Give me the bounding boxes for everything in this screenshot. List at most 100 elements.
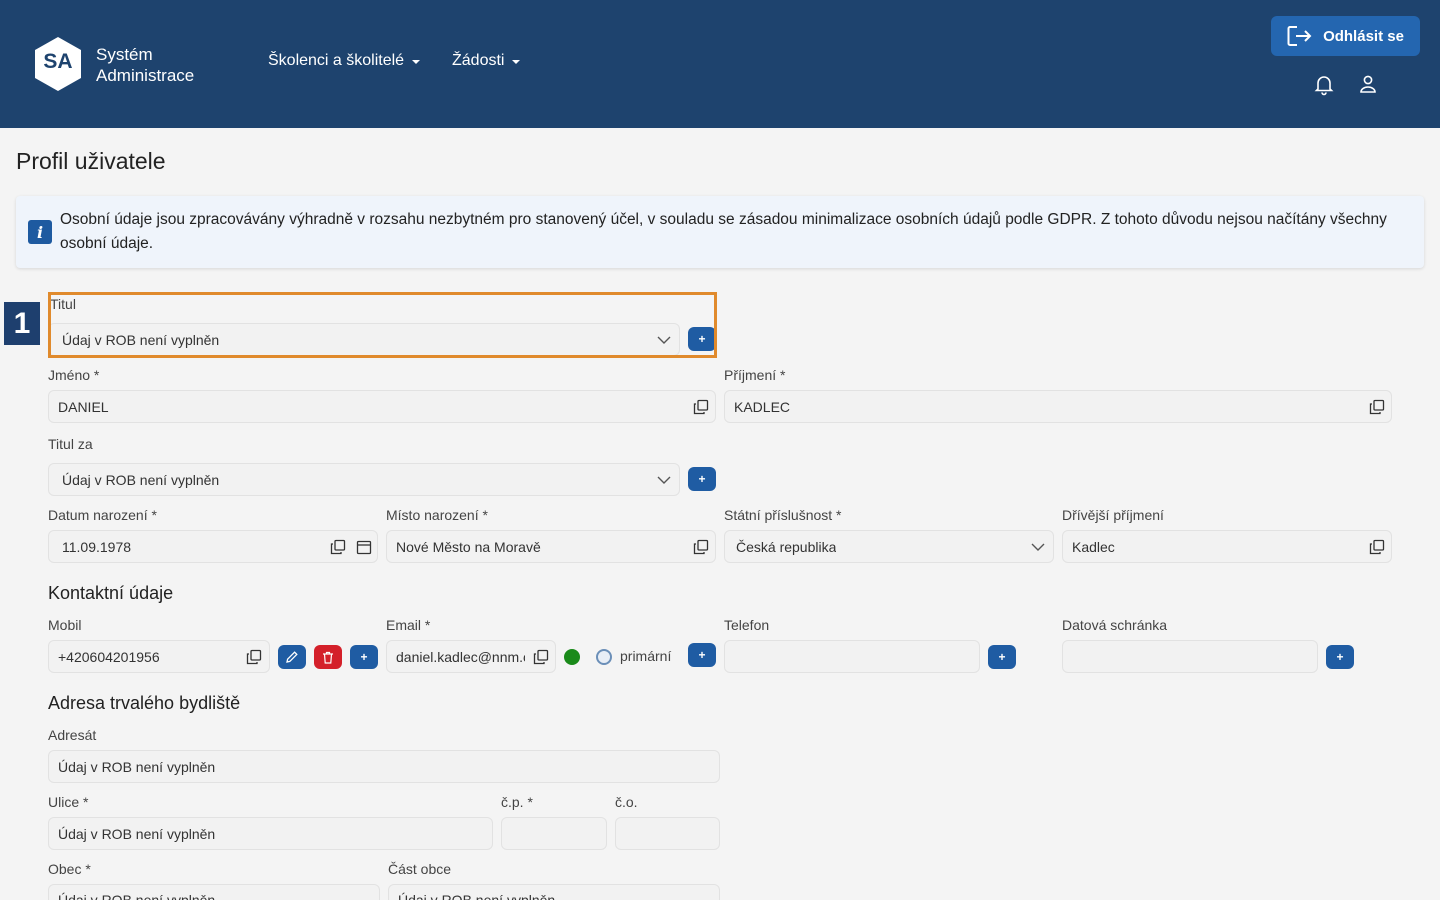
gdpr-info-box: i Osobní údaje jsou zpracovávány výhradn… [16,196,1424,268]
ulice-value: Údaj v ROB není vyplněn [58,825,216,842]
titul-za-label: Titul za [48,436,93,452]
plus-icon: + [698,332,706,346]
adresat-value: Údaj v ROB není vyplněn [58,758,216,775]
co-label: č.o. [615,794,638,810]
copy-icon[interactable] [1369,539,1385,555]
cast-obce-value: Údaj v ROB není vyplněn [398,892,556,900]
titul-za-select[interactable]: Údaj v ROB není vyplněn [48,463,680,496]
titul-value: Údaj v ROB není vyplněn [62,331,220,348]
logo-text[interactable]: Systém Administrace [96,44,194,86]
drivejsi-value: Kadlec [1072,538,1115,555]
nav-zadosti-label: Žádosti [452,52,505,69]
statni-select[interactable]: Česká republika [724,530,1054,563]
info-icon: i [28,220,52,244]
address-section-title: Adresa trvalého bydliště [48,693,241,713]
nav-zadosti-dropdown[interactable]: Žádosti [452,52,521,70]
gdpr-info-text: Osobní údaje jsou zpracovávány výhradně … [60,211,1387,252]
add-datova-button[interactable]: + [1326,645,1354,669]
calendar-icon[interactable] [356,539,372,555]
caret-down-icon [412,60,421,64]
user-icon[interactable] [1356,72,1380,96]
copy-icon[interactable] [693,539,709,555]
nav-skolenci-dropdown[interactable]: Školenci a školitelé [268,52,421,70]
plus-icon: + [998,650,1006,664]
copy-icon[interactable] [693,399,709,415]
plus-icon: + [698,472,706,486]
copy-icon[interactable] [246,649,262,665]
mobil-field[interactable]: +420604201956 [48,640,270,673]
statni-label: Státní příslušnost * [724,507,842,523]
jmeno-field[interactable]: DANIEL [48,390,716,423]
email-value: daniel.kadlec@nnm.cz [396,648,525,665]
copy-icon[interactable] [533,649,549,665]
logo-line-2: Administrace [96,66,195,85]
logout-button[interactable]: Odhlásit se [1271,16,1420,56]
top-header: SA Systém Administrace Školenci a školit… [0,0,1440,128]
telefon-label: Telefon [724,617,770,633]
cp-label: č.p. * [501,794,533,810]
page-title: Profil uživatele [16,148,166,174]
step-badge: 1 [4,302,40,345]
datum-field[interactable]: 11.09.1978 [48,530,378,563]
add-titul-za-button[interactable]: + [688,467,716,491]
datova-label: Datová schránka [1062,617,1168,633]
ulice-field[interactable]: Údaj v ROB není vyplněn [48,817,493,850]
misto-field[interactable]: Nové Město na Moravě [386,530,716,563]
trash-icon [323,651,333,664]
plus-icon: + [698,648,706,662]
bell-icon[interactable] [1312,72,1336,96]
titul-za-value: Údaj v ROB není vyplněn [62,471,220,488]
co-field[interactable] [615,817,720,850]
prijmeni-field[interactable]: KADLEC [724,390,1392,423]
add-telefon-button[interactable]: + [988,645,1016,669]
verified-status-dot [564,649,580,665]
plus-icon: + [1336,650,1344,664]
titul-label: Titul [50,296,76,312]
drivejsi-field[interactable]: Kadlec [1062,530,1392,563]
copy-icon[interactable] [330,539,346,555]
telefon-field[interactable] [724,640,980,673]
statni-value: Česká republika [736,538,837,555]
chevron-down-icon [657,476,671,484]
titul-select[interactable]: Údaj v ROB není vyplněn [48,323,680,356]
primary-radio-label: primární [620,648,672,664]
delete-mobil-button[interactable] [314,645,342,669]
add-titul-button[interactable]: + [688,327,716,351]
caret-down-icon [512,60,521,64]
prijmeni-value: KADLEC [734,398,791,415]
mobil-value: +420604201956 [58,648,160,665]
logout-label: Odhlásit se [1323,27,1404,45]
prijmeni-label: Příjmení * [724,367,786,383]
drivejsi-label: Dřívější příjmení [1062,507,1164,523]
adresat-field[interactable]: Údaj v ROB není vyplněn [48,750,720,783]
misto-value: Nové Město na Moravě [396,538,541,555]
misto-label: Místo narození * [386,507,488,523]
obec-label: Obec * [48,861,91,877]
datova-field[interactable] [1062,640,1318,673]
pencil-icon [286,651,298,663]
logo-line-1: Systém [96,45,153,64]
primary-radio[interactable] [596,649,612,665]
ulice-label: Ulice * [48,794,89,810]
cast-obce-field[interactable]: Údaj v ROB není vyplněn [388,884,720,900]
email-field[interactable]: daniel.kadlec@nnm.cz [386,640,556,673]
add-email-button[interactable]: + [688,643,716,667]
chevron-down-icon [1031,543,1045,551]
obec-value: Údaj v ROB není vyplněn [58,892,216,900]
jmeno-value: DANIEL [58,398,109,415]
datum-value: 11.09.1978 [62,538,132,555]
chevron-down-icon [657,336,671,344]
contact-section-title: Kontaktní údaje [48,583,174,603]
add-mobil-button[interactable]: + [350,645,378,669]
nav-skolenci-label: Školenci a školitelé [268,52,405,69]
datum-label: Datum narození * [48,507,157,523]
logout-icon [1287,26,1312,46]
cp-field[interactable] [501,817,607,850]
mobil-label: Mobil [48,617,82,633]
copy-icon[interactable] [1369,399,1385,415]
adresat-label: Adresát [48,727,97,743]
logo-abbr: SA [43,50,73,73]
obec-field[interactable]: Údaj v ROB není vyplněn [48,884,380,900]
edit-mobil-button[interactable] [278,645,306,669]
plus-icon: + [360,650,368,664]
